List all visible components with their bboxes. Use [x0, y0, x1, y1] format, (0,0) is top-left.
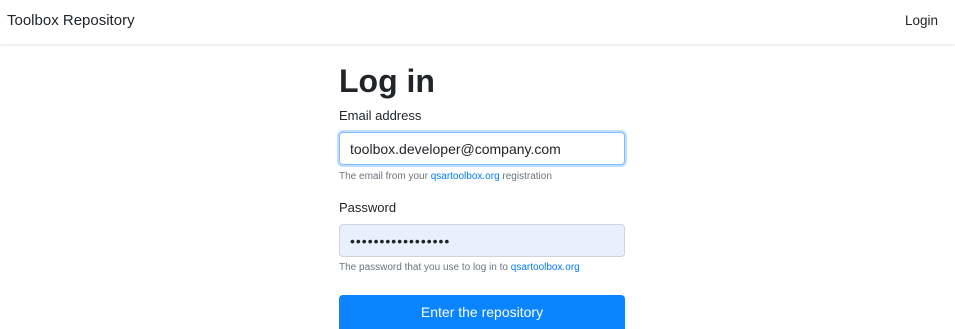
brand-link[interactable]: Toolbox Repository — [7, 12, 135, 29]
page-title: Log in — [339, 63, 435, 99]
nav-login-link[interactable]: Login — [905, 13, 938, 28]
password-help-prefix: The password that you use to log in to — [339, 262, 511, 273]
email-help-suffix: registration — [499, 171, 552, 182]
enter-repository-button[interactable]: Enter the repository — [339, 295, 625, 329]
email-label: Email address — [339, 108, 422, 123]
email-field[interactable] — [339, 132, 625, 165]
email-help-link[interactable]: qsartoolbox.org — [431, 171, 500, 182]
password-help-link[interactable]: qsartoolbox.org — [511, 262, 580, 273]
email-help-prefix: The email from your — [339, 171, 431, 182]
password-label: Password — [339, 200, 397, 215]
top-navbar: Toolbox Repository Login — [0, 0, 955, 44]
password-help-text: The password that you use to log in to q… — [339, 262, 580, 273]
password-field[interactable] — [339, 224, 625, 257]
email-help-text: The email from your qsartoolbox.org regi… — [339, 171, 552, 182]
